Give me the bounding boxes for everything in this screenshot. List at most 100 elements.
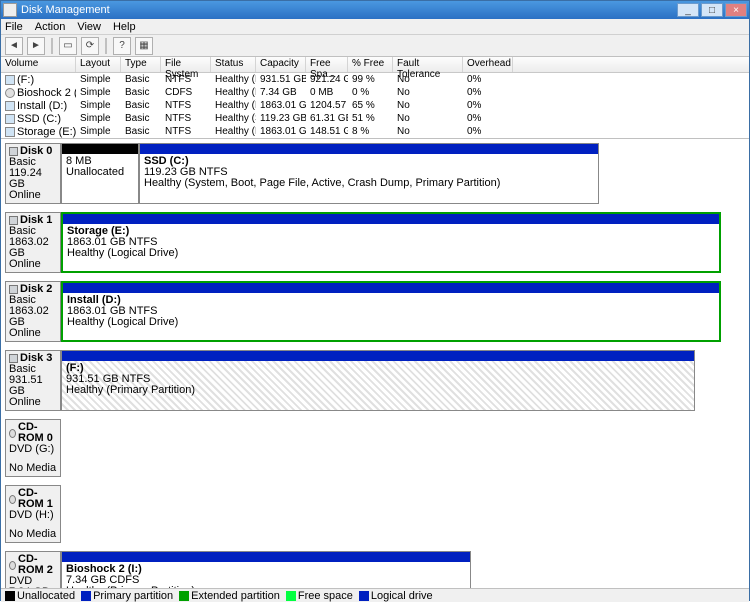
cell-fs: NTFS xyxy=(161,126,211,137)
legend-swatch xyxy=(81,591,91,601)
col-volume[interactable]: Volume xyxy=(1,57,76,72)
disk-info[interactable]: CD-ROM 2DVD7.34 GBOnline xyxy=(5,551,61,588)
drive-icon xyxy=(5,114,15,124)
maximize-button[interactable]: □ xyxy=(701,3,723,17)
separator xyxy=(51,38,53,54)
volume-row[interactable]: Bioshock 2 (I:)SimpleBasicCDFSHealthy (P… xyxy=(1,86,749,99)
disk-state: Online xyxy=(9,259,57,270)
cell-pct: 99 % xyxy=(348,74,393,85)
legend-label: Unallocated xyxy=(17,590,75,602)
cell-layout: Simple xyxy=(76,74,121,85)
disk-map[interactable]: Disk 0Basic119.24 GBOnline8 MBUnallocate… xyxy=(1,139,749,588)
legend-item: Unallocated xyxy=(5,590,75,602)
disk-row: CD-ROM 2DVD7.34 GBOnlineBioshock 2 (I:)7… xyxy=(5,551,741,588)
legend-label: Extended partition xyxy=(191,590,280,602)
disk-icon xyxy=(9,216,18,225)
partitions: Install (D:)1863.01 GB NTFSHealthy (Logi… xyxy=(61,281,741,342)
partition[interactable]: (F:)931.51 GB NTFSHealthy (Primary Parti… xyxy=(61,350,695,411)
show-tree-button[interactable]: ▭ xyxy=(59,37,77,55)
volume-row[interactable]: SSD (C:)SimpleBasicNTFSHealthy (S...119.… xyxy=(1,112,749,125)
cell-layout: Simple xyxy=(76,126,121,137)
menu-file[interactable]: File xyxy=(5,21,23,33)
col-status[interactable]: Status xyxy=(211,57,256,72)
disk-info[interactable]: Disk 0Basic119.24 GBOnline xyxy=(5,143,61,204)
cell-status: Healthy (S... xyxy=(211,113,256,124)
disk-info[interactable]: Disk 1Basic1863.02 GBOnline xyxy=(5,212,61,273)
legend-swatch xyxy=(179,591,189,601)
partition[interactable]: SSD (C:)119.23 GB NTFSHealthy (System, B… xyxy=(139,143,599,204)
volume-name: Bioshock 2 (I:) xyxy=(17,87,76,99)
cell-over: 0% xyxy=(463,126,513,137)
cell-fault: No xyxy=(393,100,463,111)
cell-status: Healthy (P... xyxy=(211,87,256,98)
legend-swatch xyxy=(5,591,15,601)
disk-state: No Media xyxy=(9,463,57,474)
volume-row[interactable]: Storage (E:)SimpleBasicNTFSHealthy (L...… xyxy=(1,125,749,138)
partitions xyxy=(61,419,741,477)
cell-over: 0% xyxy=(463,100,513,111)
cell-type: Basic xyxy=(121,87,161,98)
disk-size: 1863.02 GB xyxy=(9,237,57,259)
disk-row: Disk 0Basic119.24 GBOnline8 MBUnallocate… xyxy=(5,143,741,204)
menubar: File Action View Help xyxy=(1,19,749,35)
partition[interactable]: Bioshock 2 (I:)7.34 GB CDFSHealthy (Prim… xyxy=(61,551,471,588)
partition[interactable]: Install (D:)1863.01 GB NTFSHealthy (Logi… xyxy=(61,281,721,342)
partition-title: (F:) xyxy=(66,363,690,374)
disk-name: CD-ROM 1 xyxy=(18,488,57,510)
drive-icon xyxy=(5,75,15,85)
partition-status: Unallocated xyxy=(66,167,134,178)
help-button[interactable]: ? xyxy=(113,37,131,55)
col-type[interactable]: Type xyxy=(121,57,161,72)
cell-type: Basic xyxy=(121,126,161,137)
partition[interactable]: Storage (E:)1863.01 GB NTFSHealthy (Logi… xyxy=(61,212,721,273)
col-free[interactable]: Free Spa... xyxy=(306,57,348,72)
back-button[interactable]: ◄ xyxy=(5,37,23,55)
window-title: Disk Management xyxy=(21,4,677,16)
cell-pct: 51 % xyxy=(348,113,393,124)
cell-fs: NTFS xyxy=(161,74,211,85)
volume-row[interactable]: (F:)SimpleBasicNTFSHealthy (P...931.51 G… xyxy=(1,73,749,86)
legend-item: Logical drive xyxy=(359,590,433,602)
cell-type: Basic xyxy=(121,100,161,111)
col-fault[interactable]: Fault Tolerance xyxy=(393,57,463,72)
partition-title: Install (D:) xyxy=(67,295,715,306)
col-capacity[interactable]: Capacity xyxy=(256,57,306,72)
disc-icon xyxy=(9,429,16,438)
menu-view[interactable]: View xyxy=(77,21,101,33)
partition[interactable]: 8 MBUnallocated xyxy=(61,143,139,204)
settings-button[interactable]: ▦ xyxy=(135,37,153,55)
disk-size: 119.24 GB xyxy=(9,168,57,190)
minimize-button[interactable]: _ xyxy=(677,3,699,17)
partition-bar xyxy=(62,351,694,361)
refresh-button[interactable]: ⟳ xyxy=(81,37,99,55)
app-icon xyxy=(3,3,17,17)
col-layout[interactable]: Layout xyxy=(76,57,121,72)
volume-row[interactable]: Install (D:)SimpleBasicNTFSHealthy (L...… xyxy=(1,99,749,112)
col-fs[interactable]: File System xyxy=(161,57,211,72)
drive-icon xyxy=(5,101,15,111)
disk-icon xyxy=(9,285,18,294)
disk-row: Disk 1Basic1863.02 GBOnlineStorage (E:)1… xyxy=(5,212,741,273)
cell-free: 0 MB xyxy=(306,87,348,98)
menu-action[interactable]: Action xyxy=(35,21,66,33)
disk-state: Online xyxy=(9,190,57,201)
disk-state: Online xyxy=(9,397,57,408)
volume-name: SSD (C:) xyxy=(17,113,61,125)
cell-free: 1204.57 ... xyxy=(306,100,348,111)
disk-info[interactable]: Disk 2Basic1863.02 GBOnline xyxy=(5,281,61,342)
forward-button[interactable]: ► xyxy=(27,37,45,55)
disk-size: 1863.02 GB xyxy=(9,306,57,328)
partitions: Bioshock 2 (I:)7.34 GB CDFSHealthy (Prim… xyxy=(61,551,741,588)
disk-info[interactable]: CD-ROM 0DVD (G:)No Media xyxy=(5,419,61,477)
disk-info[interactable]: CD-ROM 1DVD (H:)No Media xyxy=(5,485,61,543)
close-button[interactable]: × xyxy=(725,3,747,17)
partition-status: Healthy (Logical Drive) xyxy=(67,317,715,328)
legend-label: Free space xyxy=(298,590,353,602)
disk-info[interactable]: Disk 3Basic931.51 GBOnline xyxy=(5,350,61,411)
menu-help[interactable]: Help xyxy=(113,21,136,33)
col-pct[interactable]: % Free xyxy=(348,57,393,72)
col-over[interactable]: Overhead xyxy=(463,57,513,72)
legend: UnallocatedPrimary partitionExtended par… xyxy=(1,588,749,602)
cell-capacity: 7.34 GB xyxy=(256,87,306,98)
cell-fs: NTFS xyxy=(161,100,211,111)
